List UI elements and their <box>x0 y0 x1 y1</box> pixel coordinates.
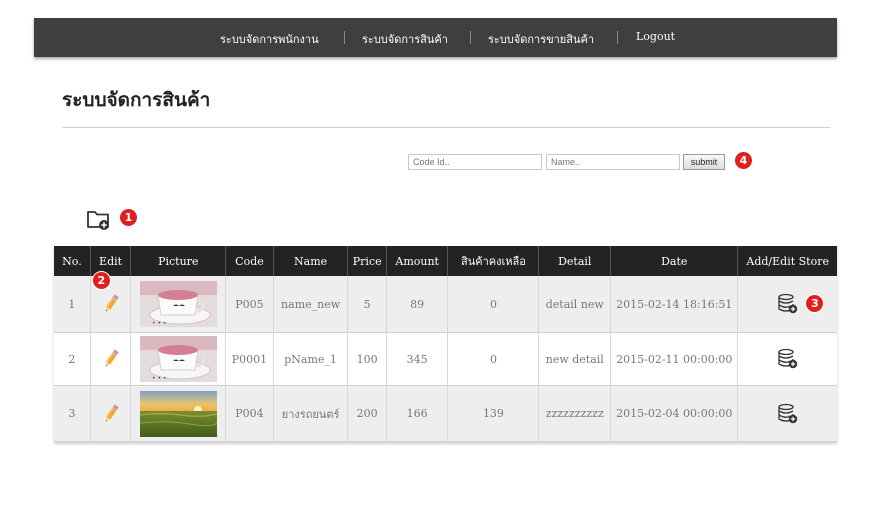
column-header: Amount <box>386 246 449 276</box>
mug-image: • • • <box>139 336 217 382</box>
cell-code: P004 <box>225 385 274 442</box>
products-table: No. Edit Picture Code Name Price Amount … <box>54 246 837 442</box>
title-divider <box>62 127 830 128</box>
nav-logout[interactable]: Logout <box>636 30 675 43</box>
pencil-icon[interactable] <box>100 348 122 370</box>
page-title: ระบบจัดการสินค้า <box>62 89 211 111</box>
cell-no: 2 <box>54 332 91 386</box>
cell-price: 5 <box>347 276 387 333</box>
svg-text:• • •: • • • <box>152 375 166 382</box>
database-add-icon[interactable] <box>777 348 799 370</box>
nav-separator <box>470 31 471 44</box>
cell-picture: • • • <box>130 332 227 386</box>
folder-add-icon[interactable] <box>86 207 112 231</box>
cell-price: 100 <box>347 332 387 386</box>
top-navbar: ระบบจัดการพนักงาน ระบบจัดการสินค้า ระบบจ… <box>34 18 837 57</box>
svg-text:• • •: • • • <box>152 320 166 327</box>
cell-remaining: 0 <box>447 332 540 386</box>
column-header: No. <box>54 246 91 276</box>
database-add-icon[interactable] <box>777 403 799 425</box>
cell-price: 200 <box>347 385 387 442</box>
callout-badge-2: 2 <box>92 272 110 289</box>
column-header: Date <box>610 246 739 276</box>
cell-name: name_new <box>273 276 349 333</box>
table-row: 1 2 • • • P005 name_new 5 89 0 detail ne… <box>54 272 837 333</box>
database-add-icon[interactable] <box>777 293 799 315</box>
cell-edit <box>90 385 132 442</box>
cell-store <box>737 385 837 442</box>
name-input[interactable] <box>546 154 680 170</box>
table-row: 2 • • • P0001 pName_1 100 345 0 new deta… <box>54 332 837 386</box>
table-row: 3 P004 ยางรถยนตร์ 200 166 139 zzzzzzzzzz… <box>54 385 837 442</box>
callout-badge-1: 1 <box>120 209 137 226</box>
cell-edit: 2 <box>90 272 132 333</box>
nav-product-management[interactable]: ระบบจัดการสินค้า <box>362 30 448 48</box>
nav-employee-management[interactable]: ระบบจัดการพนักงาน <box>220 30 319 48</box>
pencil-icon[interactable] <box>100 293 122 315</box>
column-header: Add/Edit Store <box>737 246 837 276</box>
cell-amount: 89 <box>386 276 449 333</box>
pencil-icon[interactable] <box>100 403 122 425</box>
code-id-input[interactable] <box>408 154 542 170</box>
cell-detail: zzzzzzzzzz <box>538 385 612 442</box>
nav-separator <box>617 31 618 44</box>
cell-date: 2015-02-04 00:00:00 <box>610 385 739 442</box>
cell-edit <box>90 332 132 386</box>
column-header: Name <box>273 246 349 276</box>
column-header: Code <box>225 246 274 276</box>
cell-no: 1 <box>54 276 91 333</box>
submit-button[interactable]: submit <box>683 154 725 170</box>
column-header: Price <box>347 246 387 276</box>
cell-picture: • • • <box>130 276 227 333</box>
nav-separator <box>344 31 345 44</box>
cell-amount: 345 <box>386 332 449 386</box>
cell-picture <box>130 385 227 442</box>
cell-detail: detail new <box>538 276 612 333</box>
cell-remaining: 139 <box>447 385 540 442</box>
cell-name: ยางรถยนตร์ <box>273 385 349 442</box>
cell-code: P0001 <box>225 332 274 386</box>
column-header: Detail <box>538 246 612 276</box>
cell-name: pName_1 <box>273 332 349 386</box>
column-header: Picture <box>130 246 227 276</box>
column-header: Edit <box>90 246 132 276</box>
cell-store <box>737 332 837 386</box>
cell-amount: 166 <box>386 385 449 442</box>
cell-date: 2015-02-14 18:16:51 <box>610 276 739 333</box>
cell-detail: new detail <box>538 332 612 386</box>
table-header-row: No. Edit Picture Code Name Price Amount … <box>54 246 837 276</box>
callout-badge-3: 3 <box>806 295 824 312</box>
cell-no: 3 <box>54 385 91 442</box>
cell-date: 2015-02-11 00:00:00 <box>610 332 739 386</box>
column-header: สินค้าคงเหลือ <box>447 246 540 276</box>
cell-remaining: 0 <box>447 276 540 333</box>
cell-code: P005 <box>225 276 274 333</box>
callout-badge-4: 4 <box>735 152 752 169</box>
nav-sales-management[interactable]: ระบบจัดการขายสินค้า <box>488 30 594 48</box>
mug-image: • • • <box>139 281 217 327</box>
field-image <box>139 390 218 437</box>
cell-store: 3 <box>737 276 837 333</box>
